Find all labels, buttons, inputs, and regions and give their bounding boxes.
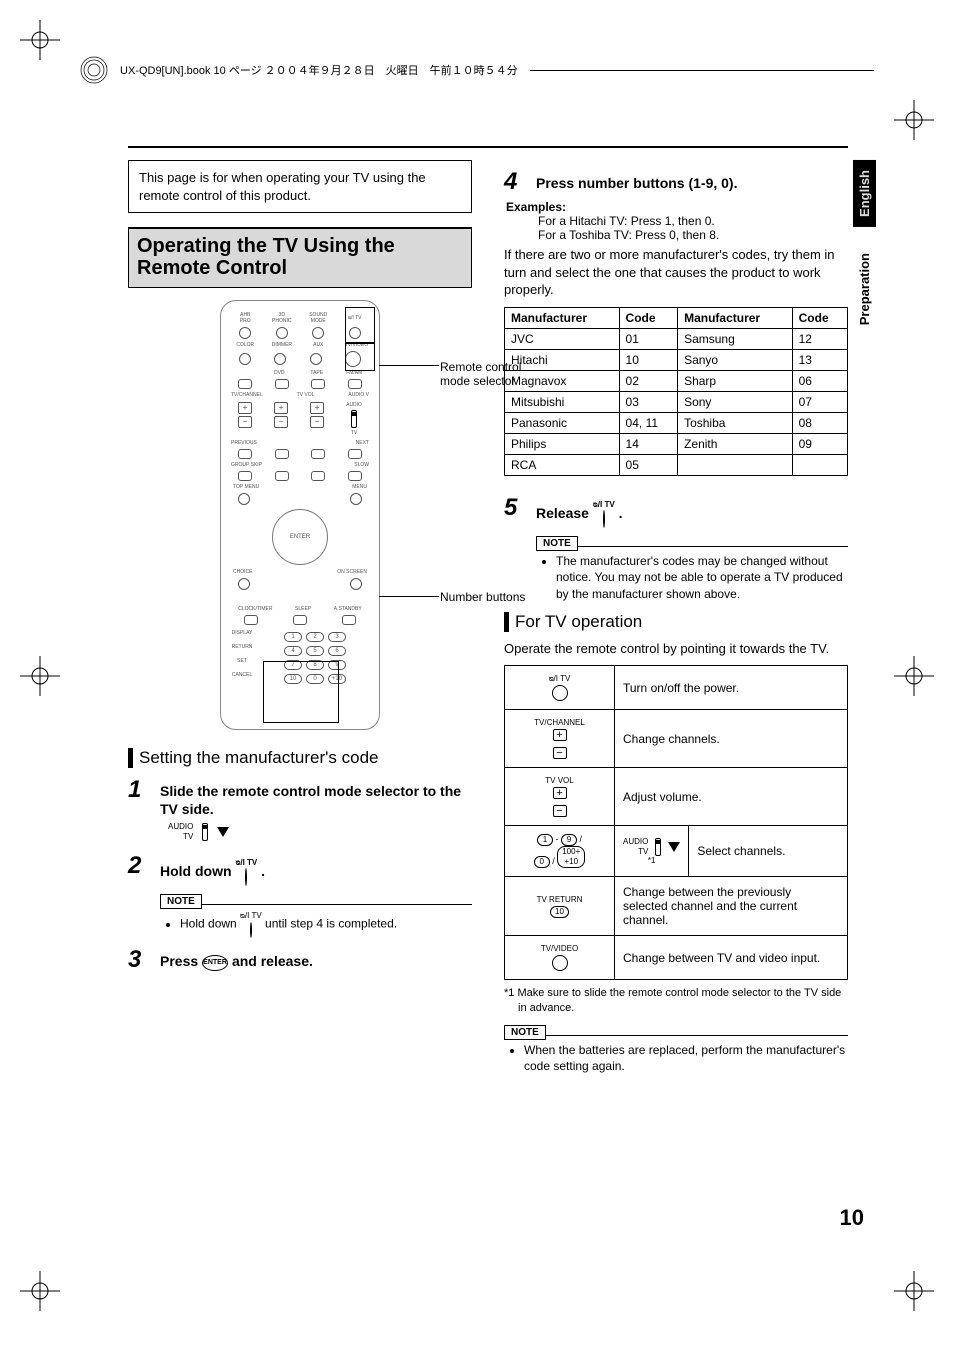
callout-mode-selector: Remote control mode selector <box>440 360 536 389</box>
note-step5: NOTE The manufacturer's codes may be cha… <box>536 536 848 602</box>
remote-button-icon <box>350 578 362 590</box>
step-4-examples: Examples: For a Hitachi TV: Press 1, the… <box>506 200 848 242</box>
remote-button-icon <box>244 615 258 625</box>
note-final: NOTE When the batteries are replaced, pe… <box>504 1025 848 1074</box>
tv-return-icon: 10 <box>550 906 569 918</box>
mode-slider-icon <box>351 410 357 428</box>
mode-slider-icon <box>199 823 211 841</box>
crop-mark-icon <box>20 20 60 60</box>
tv-video-icon <box>552 955 568 971</box>
manufacturer-code-table: Manufacturer Code Manufacturer Code JVC0… <box>504 307 848 476</box>
power-tv-icon: ᴓ/I TV <box>593 500 615 529</box>
power-tv-icon: ᴓ/I TV <box>235 858 257 887</box>
power-tv-icon <box>552 685 568 701</box>
remote-button-icon <box>348 379 362 389</box>
table-row: TV/VIDEO Change between TV and video inp… <box>505 936 848 980</box>
table-row: TV VOL +− Adjust volume. <box>505 768 848 826</box>
remote-button-icon <box>238 493 250 505</box>
main-heading: Operating the TV Using the Remote Contro… <box>128 227 472 288</box>
op-intro: Operate the remote control by pointing i… <box>504 640 848 658</box>
sub-heading-setting: Setting the manufacturer's code <box>128 748 472 768</box>
table-row: Magnavox02Sharp06 <box>505 370 848 391</box>
language-tab: English <box>853 160 876 227</box>
footnote-1: *1 Make sure to slide the remote control… <box>504 986 848 1015</box>
crop-mark-icon <box>894 1271 934 1311</box>
channel-rocker-icon: +− <box>513 729 606 759</box>
step-1: 1 Slide the remote control mode selector… <box>128 776 472 818</box>
note-step2: NOTE Hold down ᴓ/I TV until step 4 is co… <box>160 894 472 938</box>
tv-operation-table: ᴓ/I TV Turn on/off the power. TV/CHANNEL… <box>504 665 848 980</box>
remote-button-icon <box>311 379 325 389</box>
power-tv-icon: ᴓ/I TV <box>240 911 262 938</box>
doc-build-text: UX-QD9[UN].book 10 ページ ２００４年９月２８日 火曜日 午前… <box>120 62 518 78</box>
remote-button-icon <box>310 353 322 365</box>
table-row: RCA05 <box>505 454 848 475</box>
remote-figure: AHB PRO 3D PHONIC SOUND MODE ᴓ/I TV COLO… <box>160 300 440 730</box>
crop-mark-icon <box>894 656 934 696</box>
callout-number-buttons: Number buttons <box>440 590 536 604</box>
remote-button-icon <box>350 493 362 505</box>
arrow-down-icon <box>668 842 680 852</box>
step-3: 3 Press ENTER and release. <box>128 946 472 974</box>
remote-button-icon <box>238 449 252 459</box>
crop-mark-icon <box>20 1271 60 1311</box>
step-4: 4 Press number buttons (1-9, 0). <box>504 168 848 196</box>
remote-button-icon <box>312 327 324 339</box>
remote-button-icon <box>311 471 325 481</box>
section-tab: Preparation <box>853 245 876 333</box>
table-row: 1 - 9 / 0 / 100++10 AUDIO TV <box>505 826 848 877</box>
side-tabs: English Preparation <box>853 160 876 333</box>
volume-rocker-icon: +− <box>513 787 606 817</box>
top-rule <box>128 146 848 148</box>
step-5: 5 Release ᴓ/I TV . <box>504 494 848 529</box>
remote-button-icon <box>239 353 251 365</box>
remote-button-icon <box>275 449 289 459</box>
remote-button-icon <box>276 327 288 339</box>
crop-mark-icon <box>894 100 934 140</box>
remote-button-icon <box>238 379 252 389</box>
remote-button-icon <box>238 578 250 590</box>
enter-icon: ENTER <box>202 955 228 971</box>
arrow-down-icon <box>217 827 229 837</box>
remote-button-icon <box>239 327 251 339</box>
table-row: ᴓ/I TV Turn on/off the power. <box>505 666 848 710</box>
number-buttons-icon: 1 - 9 / 0 / 100++10 <box>513 834 606 868</box>
dpad-icon: ENTER <box>272 509 328 565</box>
remote-button-icon <box>342 615 356 625</box>
table-row: JVC01Samsung12 <box>505 328 848 349</box>
remote-button-icon <box>293 615 307 625</box>
remote-button-icon <box>275 379 289 389</box>
step-2: 2 Hold down ᴓ/I TV . <box>128 852 472 887</box>
table-row: Hitachi10Sanyo13 <box>505 349 848 370</box>
remote-button-icon <box>311 449 325 459</box>
table-row: TV RETURN 10 Change between the previous… <box>505 877 848 936</box>
sub-heading-operation: For TV operation <box>504 612 848 632</box>
doc-build-header: UX-QD9[UN].book 10 ページ ２００４年９月２８日 火曜日 午前… <box>80 56 874 84</box>
remote-button-icon <box>275 471 289 481</box>
page-number: 10 <box>840 1205 864 1231</box>
table-row: Philips14Zenith09 <box>505 433 848 454</box>
rosette-icon <box>80 56 108 84</box>
remote-button-icon <box>238 471 252 481</box>
remote-button-icon <box>274 353 286 365</box>
crop-mark-icon <box>20 656 60 696</box>
table-row: Mitsubishi03Sony07 <box>505 391 848 412</box>
table-row: Panasonic04, 11Toshiba08 <box>505 412 848 433</box>
step-4-para: If there are two or more manufacturer's … <box>504 246 848 299</box>
remote-button-icon <box>348 471 362 481</box>
remote-button-icon <box>348 449 362 459</box>
mode-slider-icon <box>652 838 664 856</box>
table-row: TV/CHANNEL +− Change channels. <box>505 710 848 768</box>
intro-box: This page is for when operating your TV … <box>128 160 472 213</box>
